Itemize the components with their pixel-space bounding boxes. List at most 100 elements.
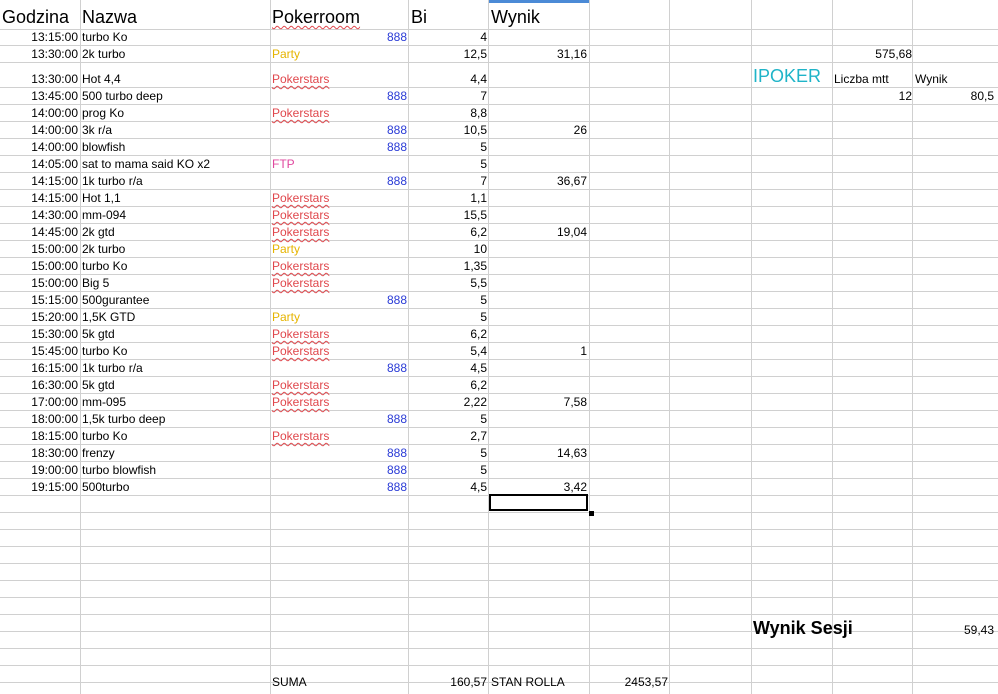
name-cell[interactable]: sat to mama said KO x2 <box>82 156 268 173</box>
pokerroom-cell[interactable]: 888 <box>272 139 407 156</box>
time-cell[interactable]: 15:00:00 <box>2 258 78 275</box>
name-cell[interactable]: 5k gtd <box>82 326 268 343</box>
name-cell[interactable]: 2k gtd <box>82 224 268 241</box>
pokerroom-cell[interactable]: Pokerstars <box>272 275 407 292</box>
pokerroom-cell[interactable]: Pokerstars <box>272 377 407 394</box>
name-cell[interactable]: 3k r/a <box>82 122 268 139</box>
buyin-cell[interactable]: 5 <box>409 411 487 428</box>
time-cell[interactable]: 15:30:00 <box>2 326 78 343</box>
buyin-cell[interactable]: 5 <box>409 462 487 479</box>
buyin-cell[interactable]: 7 <box>409 173 487 190</box>
pokerroom-cell[interactable]: 888 <box>272 445 407 462</box>
pokerroom-cell[interactable]: Pokerstars <box>272 428 407 445</box>
result-cell[interactable] <box>490 156 587 173</box>
buyin-cell[interactable]: 2,7 <box>409 428 487 445</box>
time-cell[interactable]: 15:15:00 <box>2 292 78 309</box>
pokerroom-cell[interactable]: Pokerstars <box>272 326 407 343</box>
buyin-cell[interactable]: 5 <box>409 139 487 156</box>
name-cell[interactable]: 1k turbo r/a <box>82 360 268 377</box>
name-cell[interactable]: blowfish <box>82 139 268 156</box>
result-cell[interactable] <box>490 428 587 445</box>
name-cell[interactable]: turbo Ko <box>82 29 268 46</box>
result-cell[interactable] <box>490 258 587 275</box>
name-cell[interactable]: 1,5k turbo deep <box>82 411 268 428</box>
buyin-cell[interactable]: 6,2 <box>409 224 487 241</box>
time-cell[interactable]: 13:45:00 <box>2 88 78 105</box>
time-cell[interactable]: 14:00:00 <box>2 122 78 139</box>
pokerroom-cell[interactable]: Pokerstars <box>272 71 407 88</box>
name-cell[interactable]: Hot 1,1 <box>82 190 268 207</box>
buyin-cell[interactable]: 4,4 <box>409 71 487 88</box>
time-cell[interactable]: 14:45:00 <box>2 224 78 241</box>
buyin-cell[interactable]: 8,8 <box>409 105 487 122</box>
time-cell[interactable]: 15:00:00 <box>2 241 78 258</box>
buyin-cell[interactable]: 5 <box>409 445 487 462</box>
name-cell[interactable]: frenzy <box>82 445 268 462</box>
time-cell[interactable]: 13:30:00 <box>2 71 78 88</box>
result-cell[interactable] <box>490 139 587 156</box>
pokerroom-cell[interactable]: 888 <box>272 462 407 479</box>
name-cell[interactable]: Big 5 <box>82 275 268 292</box>
buyin-cell[interactable]: 10,5 <box>409 122 487 139</box>
ipoker-label[interactable]: IPOKER <box>753 66 821 86</box>
name-cell[interactable]: turbo Ko <box>82 258 268 275</box>
time-cell[interactable]: 15:45:00 <box>2 343 78 360</box>
result-cell[interactable] <box>490 377 587 394</box>
result-cell[interactable]: 26 <box>490 122 587 139</box>
pokerroom-cell[interactable]: Pokerstars <box>272 258 407 275</box>
pokerroom-cell[interactable]: 888 <box>272 292 407 309</box>
time-cell[interactable]: 14:05:00 <box>2 156 78 173</box>
pokerroom-cell[interactable]: Pokerstars <box>272 224 407 241</box>
pokerroom-cell[interactable]: Party <box>272 46 407 63</box>
header-bi[interactable]: Bi <box>411 4 487 30</box>
time-cell[interactable]: 18:00:00 <box>2 411 78 428</box>
result-cell[interactable] <box>490 411 587 428</box>
time-cell[interactable]: 13:30:00 <box>2 46 78 63</box>
buyin-cell[interactable]: 1,1 <box>409 190 487 207</box>
result-cell[interactable] <box>490 88 587 105</box>
name-cell[interactable]: turbo Ko <box>82 428 268 445</box>
stan-rolla-value[interactable]: 2453,57 <box>590 674 668 691</box>
result-cell[interactable] <box>490 360 587 377</box>
name-cell[interactable]: 2k turbo <box>82 241 268 258</box>
buyin-cell[interactable]: 5 <box>409 292 487 309</box>
wynik-label-side[interactable]: Wynik <box>915 71 995 88</box>
header-godzina[interactable]: Godzina <box>2 4 80 30</box>
buyin-cell[interactable]: 10 <box>409 241 487 258</box>
pokerroom-cell[interactable]: Pokerstars <box>272 394 407 411</box>
liczba-mtt-value[interactable]: 12 <box>834 88 912 105</box>
stan-rolla-label[interactable]: STAN ROLLA <box>491 674 589 691</box>
pokerroom-cell[interactable]: Pokerstars <box>272 190 407 207</box>
pokerroom-cell[interactable]: FTP <box>272 156 407 173</box>
time-cell[interactable]: 14:30:00 <box>2 207 78 224</box>
pokerroom-cell[interactable]: Party <box>272 309 407 326</box>
name-cell[interactable]: 5k gtd <box>82 377 268 394</box>
time-cell[interactable]: 16:15:00 <box>2 360 78 377</box>
pokerroom-cell[interactable]: 888 <box>272 29 407 46</box>
time-cell[interactable]: 14:15:00 <box>2 173 78 190</box>
result-cell[interactable]: 36,67 <box>490 173 587 190</box>
pokerroom-cell[interactable]: 888 <box>272 411 407 428</box>
time-cell[interactable]: 19:00:00 <box>2 462 78 479</box>
buyin-cell[interactable]: 12,5 <box>409 46 487 63</box>
header-wynik[interactable]: Wynik <box>491 4 589 30</box>
name-cell[interactable]: Hot 4,4 <box>82 71 268 88</box>
time-cell[interactable]: 15:20:00 <box>2 309 78 326</box>
name-cell[interactable]: mm-095 <box>82 394 268 411</box>
name-cell[interactable]: turbo Ko <box>82 343 268 360</box>
time-cell[interactable]: 15:00:00 <box>2 275 78 292</box>
buyin-cell[interactable]: 7 <box>409 88 487 105</box>
buyin-cell[interactable]: 6,2 <box>409 377 487 394</box>
result-cell[interactable] <box>490 105 587 122</box>
buyin-cell[interactable]: 4 <box>409 29 487 46</box>
buyin-cell[interactable]: 4,5 <box>409 360 487 377</box>
buyin-cell[interactable]: 15,5 <box>409 207 487 224</box>
pokerroom-cell[interactable]: 888 <box>272 479 407 496</box>
selected-cell[interactable] <box>489 494 588 511</box>
result-cell[interactable]: 1 <box>490 343 587 360</box>
time-cell[interactable]: 14:00:00 <box>2 139 78 156</box>
time-cell[interactable]: 18:15:00 <box>2 428 78 445</box>
pokerroom-cell[interactable]: Pokerstars <box>272 105 407 122</box>
header-nazwa[interactable]: Nazwa <box>82 4 270 30</box>
total-value-cell[interactable]: 575,68 <box>834 46 912 63</box>
